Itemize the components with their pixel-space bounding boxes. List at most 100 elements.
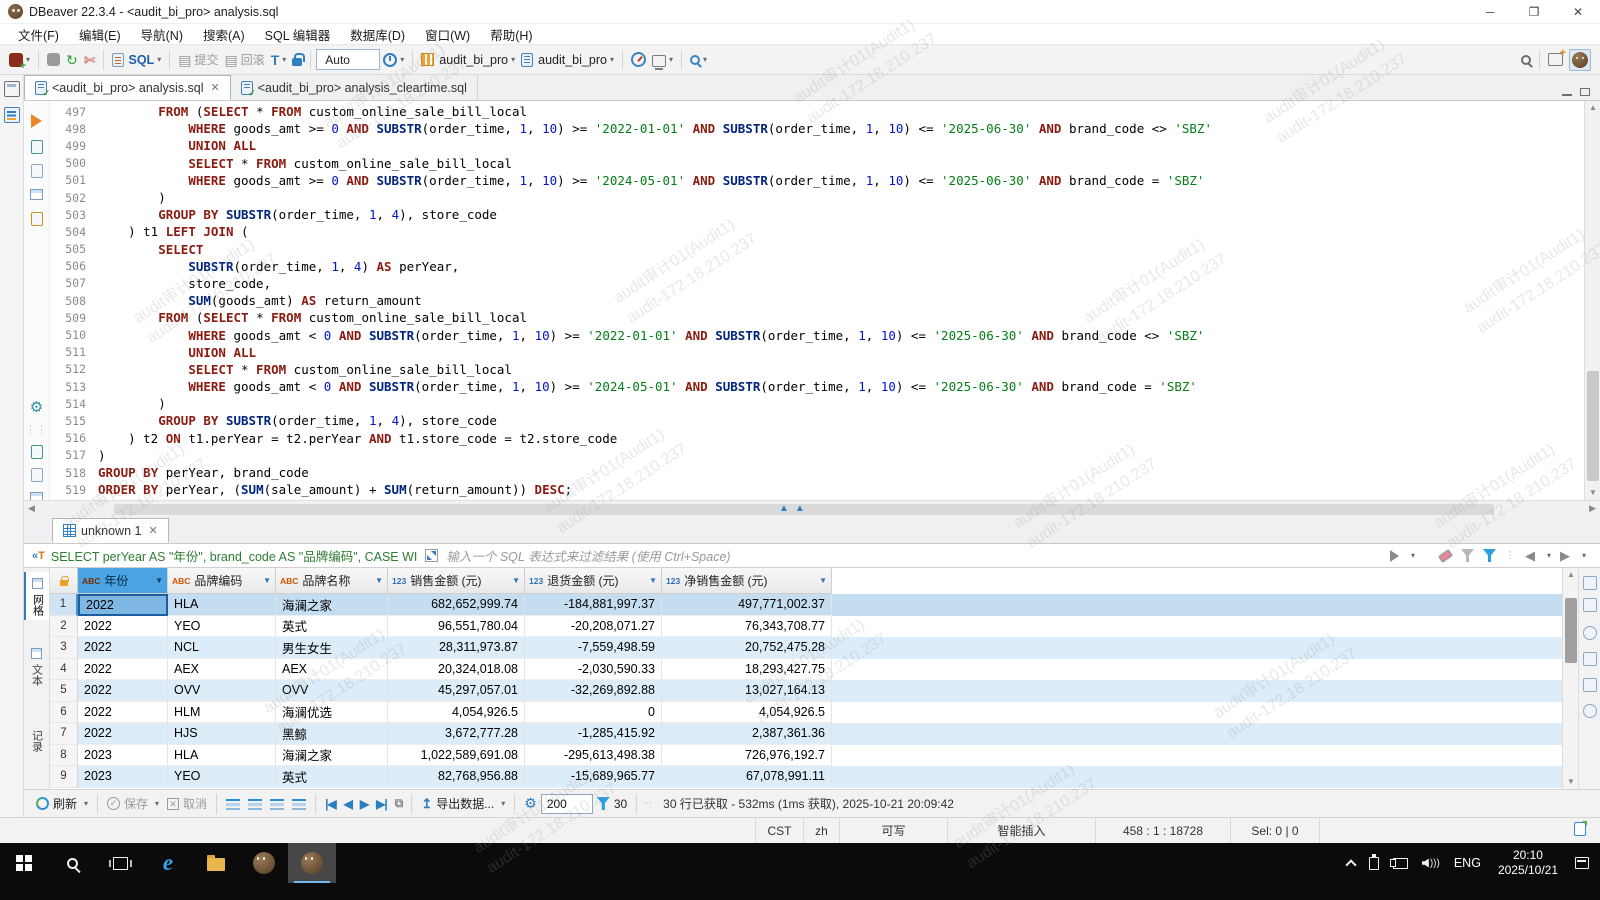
templates-button[interactable]: [29, 211, 44, 226]
execute-script-button[interactable]: [29, 139, 44, 154]
table-cell[interactable]: -184,881,997.37: [525, 594, 662, 616]
menu-sql-editor[interactable]: SQL 编辑器: [255, 24, 341, 44]
zoom-grid-button[interactable]: ⧉: [391, 796, 407, 811]
minimize-editor-icon[interactable]: [1562, 93, 1572, 96]
row-number[interactable]: 5: [50, 680, 78, 702]
caret-position[interactable]: 458 : 1 : 18728: [1095, 818, 1230, 843]
table-cell[interactable]: 28,311,973.87: [388, 637, 525, 659]
filter-input[interactable]: 输入一个 SQL 表达式来过滤结果 (使用 Ctrl+Space): [446, 546, 1390, 565]
table-cell[interactable]: 2022: [78, 680, 168, 702]
quick-search-button[interactable]: ▾: [687, 48, 710, 72]
results-tab-close-icon[interactable]: ✕: [148, 524, 157, 537]
sash-collapse-icons[interactable]: ▲▲: [779, 503, 811, 514]
nav-back-icon[interactable]: ◀: [1525, 548, 1535, 564]
table-cell[interactable]: NCL: [168, 637, 276, 659]
code-line[interactable]: 511 UNION ALL: [50, 344, 1568, 361]
row-number[interactable]: 9: [50, 766, 78, 788]
table-cell[interactable]: 2022: [78, 637, 168, 659]
column-filter-arrow-icon[interactable]: ▼: [512, 576, 520, 585]
execute-statement-button[interactable]: [29, 113, 44, 128]
table-cell[interactable]: 82,768,956.88: [388, 766, 525, 788]
db-navigator-icon[interactable]: [4, 107, 20, 123]
table-cell[interactable]: 海澜之家: [276, 745, 388, 767]
table-cell[interactable]: -295,613,498.38: [525, 745, 662, 767]
clear-filter-icon[interactable]: [1438, 548, 1453, 562]
table-cell[interactable]: 13,027,164.13: [662, 680, 832, 702]
menu-help[interactable]: 帮助(H): [480, 24, 542, 44]
code-line[interactable]: 516 ) t2 ON t1.perYear = t2.perYear AND …: [50, 430, 1568, 447]
tray-network-button[interactable]: [1386, 843, 1415, 883]
explain-plan-button[interactable]: [29, 163, 44, 178]
nav-forward-icon[interactable]: ▶: [1560, 548, 1570, 564]
table-cell[interactable]: 2022: [78, 702, 168, 724]
column-filter-arrow-icon[interactable]: ▼: [375, 576, 383, 585]
tx-history-button[interactable]: ▾: [380, 48, 407, 72]
table-cell[interactable]: 2,387,361.36: [662, 723, 832, 745]
table-cell[interactable]: 18,293,427.75: [662, 659, 832, 681]
network-button[interactable]: ▾: [649, 48, 676, 72]
table-cell[interactable]: -7,559,498.59: [525, 637, 662, 659]
input-language-button[interactable]: ENG: [1447, 843, 1488, 883]
table-cell[interactable]: 男生女生: [276, 637, 388, 659]
menu-window[interactable]: 窗口(W): [415, 24, 480, 44]
filters-menu-icon[interactable]: [1483, 549, 1496, 562]
apply-filter-icon[interactable]: [1390, 550, 1399, 562]
row-number[interactable]: 3: [50, 637, 78, 659]
dropdown-arrow-icon[interactable]: ▾: [26, 55, 30, 64]
expand-filter-icon[interactable]: [425, 549, 438, 562]
dbeaver-taskbar-button-2[interactable]: [288, 843, 336, 883]
scrollbar-thumb[interactable]: [1587, 371, 1599, 481]
grid-panel-icon[interactable]: [1583, 598, 1597, 612]
action-center-button[interactable]: [1568, 843, 1596, 883]
row-number[interactable]: 4: [50, 659, 78, 681]
transaction-log-button[interactable]: T▾: [268, 48, 290, 72]
code-line[interactable]: 503 GROUP BY SUBSTR(order_time, 1, 4), s…: [50, 206, 1568, 223]
dashboard-button[interactable]: [628, 48, 649, 72]
table-row[interactable]: 12022HLA海澜之家682,652,999.74-184,881,997.3…: [50, 594, 1562, 616]
insert-mode-indicator[interactable]: 智能插入: [947, 818, 1095, 843]
schema-selector[interactable]: audit_bi_pro▾: [518, 48, 617, 72]
table-cell[interactable]: 96,551,780.04: [388, 616, 525, 638]
filter-settings-icon[interactable]: [1461, 549, 1474, 562]
table-cell[interactable]: -1,285,415.92: [525, 723, 662, 745]
prev-page-button[interactable]: ◀: [340, 797, 356, 811]
table-cell[interactable]: AEX: [276, 659, 388, 681]
scroll-up-icon[interactable]: ▲: [1585, 101, 1600, 115]
table-cell[interactable]: HLM: [168, 702, 276, 724]
code-line[interactable]: 500 SELECT * FROM custom_online_sale_bil…: [50, 155, 1568, 172]
code-line[interactable]: 517): [50, 447, 1568, 464]
table-cell[interactable]: 45,297,057.01: [388, 680, 525, 702]
filter-history-arrow-icon[interactable]: ▾: [1411, 551, 1415, 560]
column-header-1[interactable]: ABC年份▼: [78, 568, 168, 594]
results-tab-unknown1[interactable]: unknown 1 ✕: [52, 518, 169, 543]
code-line[interactable]: 519ORDER BY perYear, (SUM(sale_amount) +…: [50, 481, 1568, 498]
code-line[interactable]: 501 WHERE goods_amt >= 0 AND SUBSTR(orde…: [50, 172, 1568, 189]
export-data-button[interactable]: ↥导出数据...▾: [417, 793, 509, 815]
duplicate-row-button[interactable]: [244, 793, 266, 815]
menu-file[interactable]: 文件(F): [8, 24, 69, 44]
grid-vertical-scrollbar[interactable]: ▲ ▼: [1562, 568, 1578, 789]
text-view-tab[interactable]: 文本: [24, 642, 49, 690]
table-cell[interactable]: OVV: [276, 680, 388, 702]
menu-database[interactable]: 数据库(D): [340, 24, 415, 44]
dbeaver-taskbar-button-1[interactable]: [240, 843, 288, 883]
code-line[interactable]: 504 ) t1 LEFT JOIN (: [50, 223, 1568, 240]
language-indicator[interactable]: zh: [803, 818, 839, 843]
next-page-button[interactable]: ▶: [356, 797, 372, 811]
sql-code-editor[interactable]: 497 FROM (SELECT * FROM custom_online_sa…: [50, 101, 1584, 500]
maximize-button[interactable]: ❐: [1512, 0, 1556, 24]
table-cell[interactable]: 2022: [78, 659, 168, 681]
column-header-2[interactable]: ABC品牌编码▼: [168, 568, 276, 594]
edit-panel-icon[interactable]: [1583, 678, 1597, 692]
table-cell[interactable]: 4,054,926.5: [388, 702, 525, 724]
row-number[interactable]: 2: [50, 616, 78, 638]
info-panel-icon[interactable]: [1583, 626, 1597, 640]
table-cell[interactable]: OVV: [168, 680, 276, 702]
row-number[interactable]: 7: [50, 723, 78, 745]
tab-analysis-sql[interactable]: <audit_bi_pro> analysis.sql ✕: [24, 75, 231, 100]
column-header-4[interactable]: 123销售金额 (元)▼: [388, 568, 525, 594]
scroll-down-icon[interactable]: ▼: [1585, 486, 1600, 500]
column-header-5[interactable]: 123退货金额 (元)▼: [525, 568, 662, 594]
table-cell[interactable]: 497,771,002.37: [662, 594, 832, 616]
table-cell[interactable]: 76,343,708.77: [662, 616, 832, 638]
